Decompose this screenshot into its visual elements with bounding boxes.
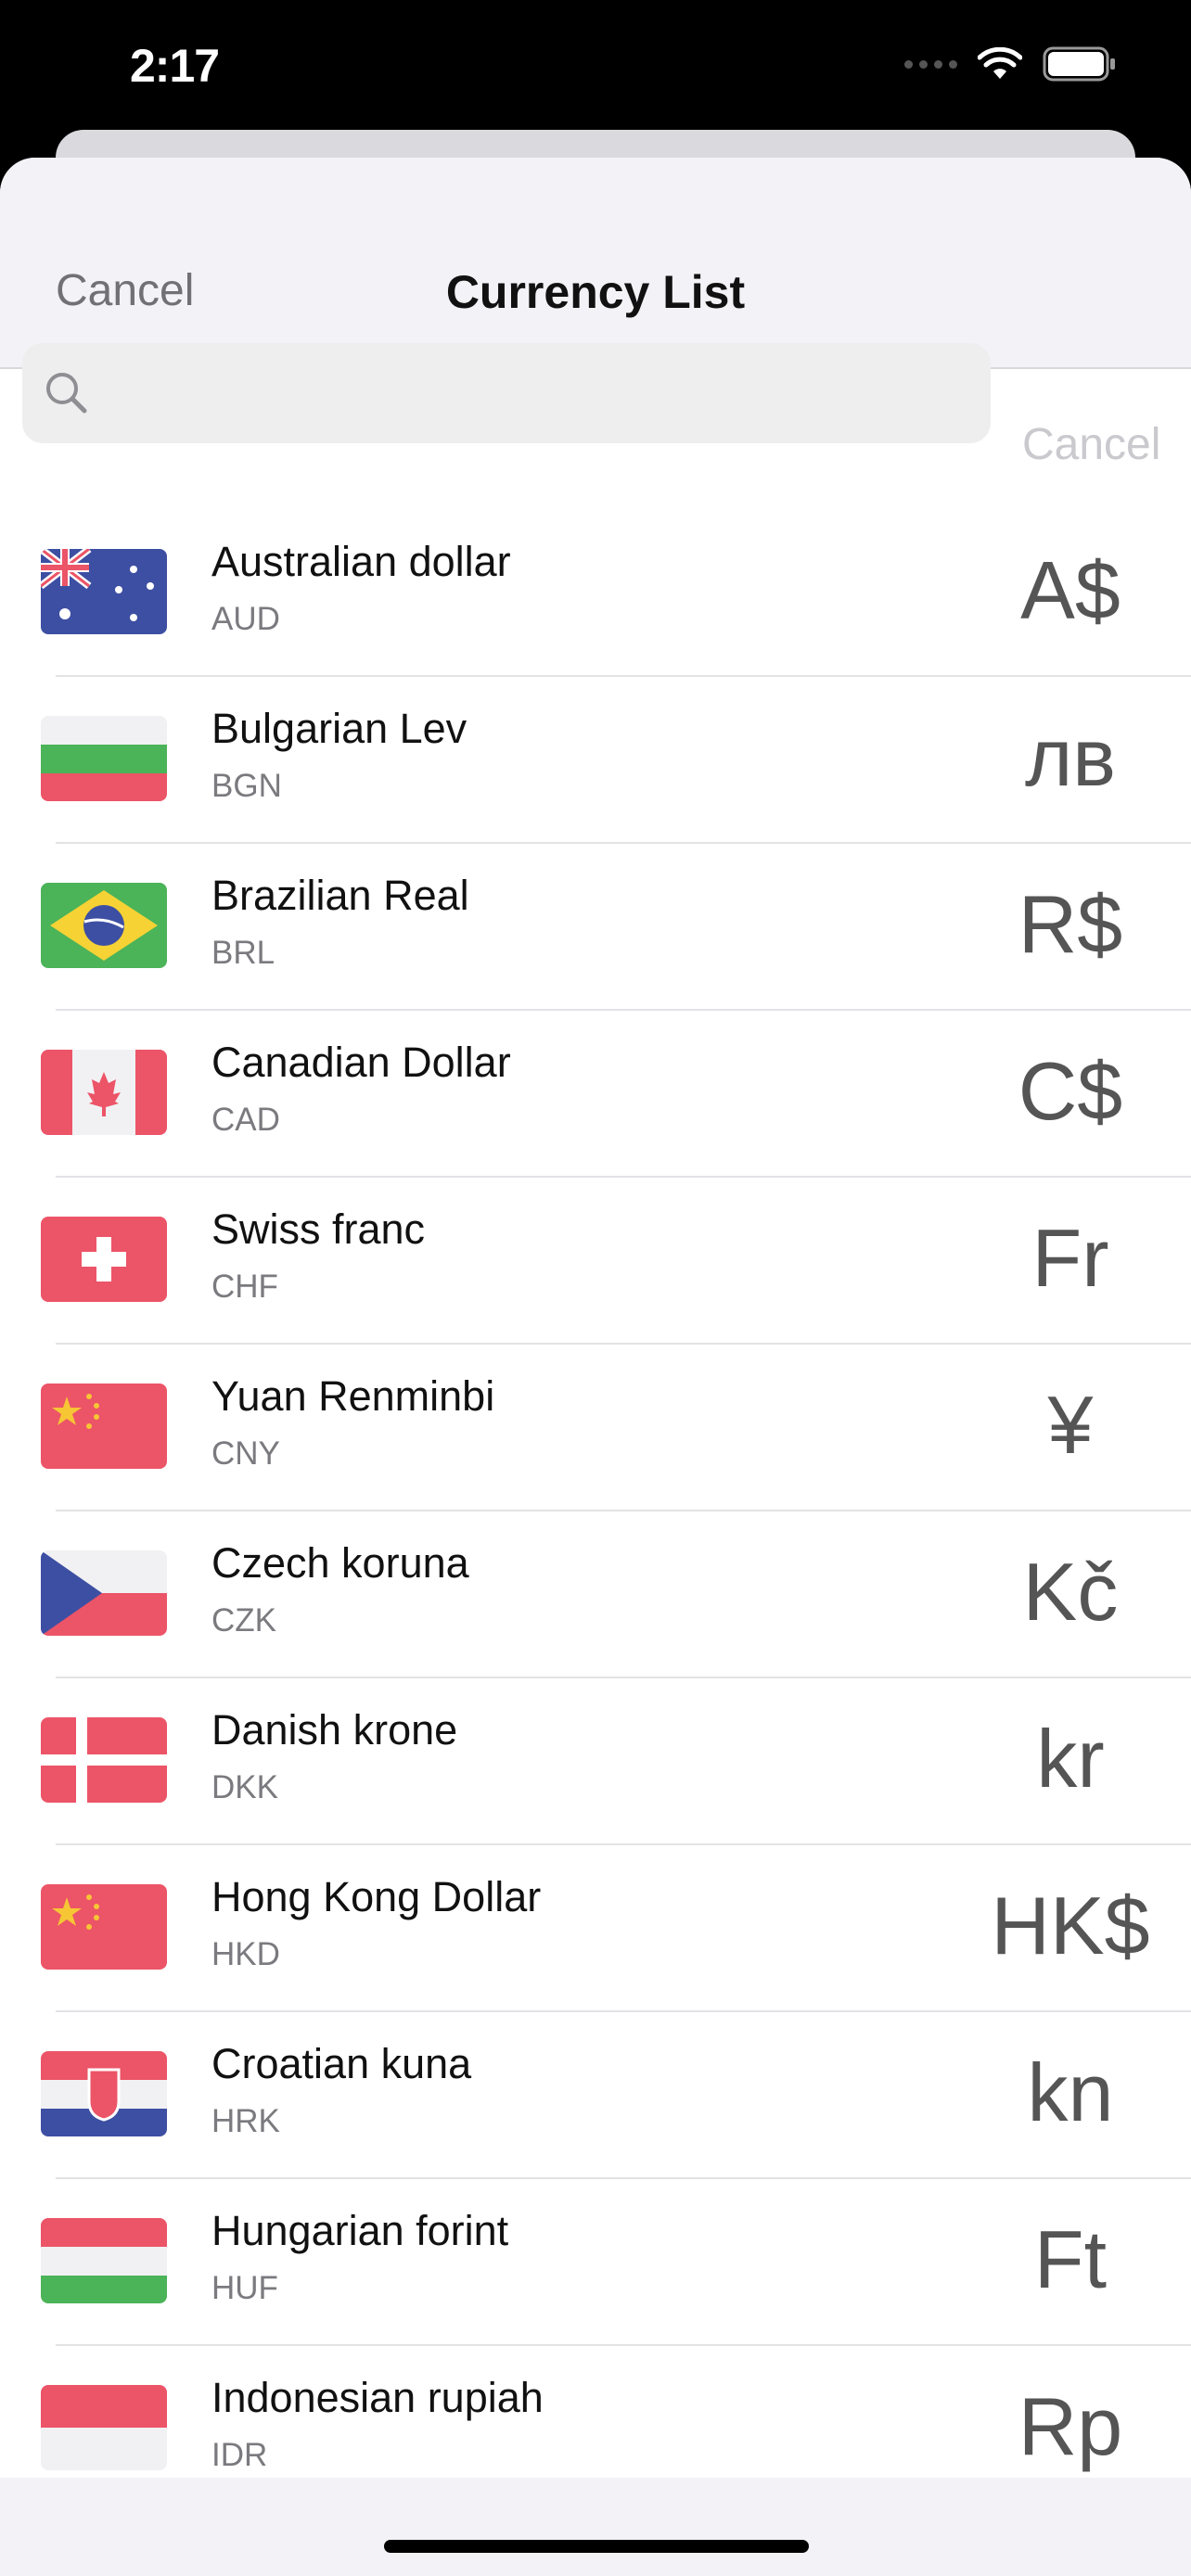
currency-name: Swiss franc	[211, 1205, 426, 1253]
australia-flag-icon	[41, 549, 167, 634]
brazil-flag-icon	[41, 883, 167, 968]
indonesia-flag-icon	[41, 2385, 167, 2470]
currency-row[interactable]: Brazilian Real BRL R$	[0, 844, 1191, 1011]
currency-symbol: kn	[1027, 2047, 1114, 2138]
currency-row[interactable]: Hong Kong Dollar HKD HK$	[0, 1845, 1191, 2012]
cellular-signal-icon	[904, 59, 957, 69]
status-bar: 2:17	[0, 0, 1191, 139]
currency-name: Hungarian forint	[211, 2207, 509, 2254]
search-bar[interactable]	[22, 343, 991, 445]
currency-symbol: A$	[1020, 544, 1121, 636]
currency-name: Brazilian Real	[211, 872, 469, 919]
currency-name: Yuan Renminbi	[211, 1372, 495, 1420]
currency-row[interactable]: Croatian kuna HRK kn	[0, 2012, 1191, 2179]
currency-code: IDR	[211, 2437, 268, 2473]
currency-name: Indonesian rupiah	[211, 2374, 544, 2421]
croatia-flag-icon	[41, 2051, 167, 2136]
search-icon	[46, 373, 87, 414]
currency-code: CZK	[211, 1602, 276, 1639]
currency-row[interactable]: Bulgarian Lev BGN лв	[0, 677, 1191, 844]
switzerland-flag-icon	[41, 1217, 167, 1302]
currency-row[interactable]: Czech koruna CZK Kč	[0, 1511, 1191, 1678]
currency-symbol: R$	[1018, 878, 1123, 970]
hungary-flag-icon	[41, 2218, 167, 2303]
currency-symbol: C$	[1018, 1045, 1123, 1137]
currency-symbol: HK$	[991, 1880, 1150, 1971]
currency-code: CAD	[211, 1102, 280, 1138]
currency-row[interactable]: Hungarian forint HUF Ft	[0, 2179, 1191, 2346]
currency-name: Czech koruna	[211, 1539, 469, 1587]
currency-symbol: Kč	[1022, 1546, 1119, 1638]
currency-row[interactable]: Yuan Renminbi CNY ¥	[0, 1345, 1191, 1511]
currency-name: Croatian kuna	[211, 2040, 472, 2087]
currency-symbol: ¥	[1047, 1379, 1094, 1471]
wifi-icon	[978, 47, 1022, 79]
bulgaria-flag-icon	[41, 716, 167, 801]
czech-flag-icon	[41, 1550, 167, 1636]
currency-name: Canadian Dollar	[211, 1039, 511, 1086]
currency-symbol: kr	[1036, 1713, 1105, 1804]
currency-name: Hong Kong Dollar	[211, 1873, 542, 1920]
currency-code: CNY	[211, 1435, 280, 1472]
canada-flag-icon	[41, 1050, 167, 1135]
china-flag-icon	[41, 1384, 167, 1469]
bottom-bar	[0, 2478, 1191, 2576]
status-icons	[904, 46, 1117, 82]
currency-code: BGN	[211, 768, 282, 804]
china-flag-icon	[41, 1884, 167, 1970]
currency-row[interactable]: Swiss franc CHF Fr	[0, 1178, 1191, 1345]
currency-code: CHF	[211, 1269, 278, 1305]
status-time: 2:17	[130, 40, 220, 92]
currency-symbol: Ft	[1033, 2213, 1108, 2305]
currency-code: DKK	[211, 1769, 278, 1805]
home-indicator	[384, 2540, 809, 2553]
currency-code: HRK	[211, 2103, 280, 2139]
currency-code: AUD	[211, 601, 280, 637]
currency-name: Australian dollar	[211, 538, 511, 585]
battery-icon	[1043, 46, 1115, 82]
denmark-flag-icon	[41, 1717, 167, 1803]
search-input[interactable]	[106, 343, 972, 445]
currency-code: HKD	[211, 1936, 280, 1972]
page-title: Currency List	[445, 266, 746, 318]
currency-name: Danish krone	[211, 1706, 458, 1753]
currency-code: BRL	[211, 935, 275, 971]
currency-list: Australian dollar AUD A$ Bulgarian Lev B…	[0, 510, 1191, 2513]
navigation-bar: Cancel Currency List	[0, 158, 1191, 369]
search-cancel-button[interactable]: Cancel	[1022, 419, 1160, 470]
currency-list-sheet: Cancel Currency List Cancel Australian d…	[0, 158, 1191, 2576]
currency-symbol: Fr	[1031, 1212, 1109, 1304]
currency-symbol: лв	[1024, 711, 1117, 803]
currency-row[interactable]: Australian dollar AUD A$	[0, 510, 1191, 677]
currency-row[interactable]: Danish krone DKK kr	[0, 1678, 1191, 1845]
currency-symbol: Rp	[1018, 2380, 1123, 2472]
currency-row[interactable]: Canadian Dollar CAD C$	[0, 1011, 1191, 1178]
currency-name: Bulgarian Lev	[211, 705, 467, 752]
currency-code: HUF	[211, 2270, 278, 2306]
